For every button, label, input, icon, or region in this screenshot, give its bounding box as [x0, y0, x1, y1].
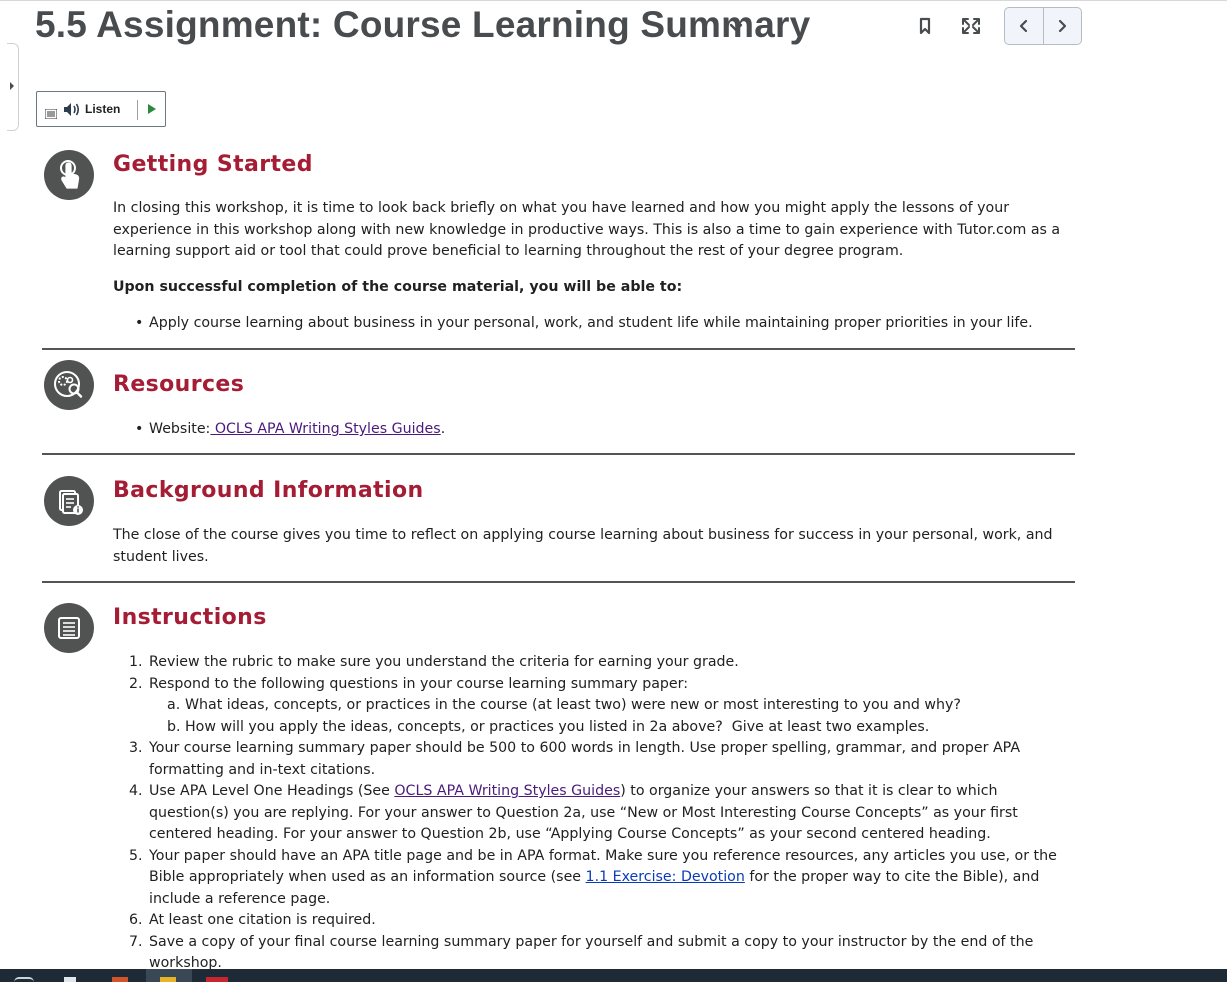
list-item: • Website: OCLS APA Writing Styles Guides…	[135, 421, 446, 437]
sub-list-item: a. What ideas, concepts, or practices in…	[113, 695, 1073, 717]
objectives-heading: Upon successful completion of the course…	[113, 279, 683, 295]
list-item: • Apply course learning about business in…	[135, 315, 1033, 331]
chevron-right-icon	[10, 82, 14, 90]
website-label: Website:	[149, 421, 211, 437]
taskbar-app-icon[interactable]	[64, 977, 76, 982]
item-number: 6.	[129, 912, 143, 928]
next-topic-button[interactable]	[1042, 8, 1082, 44]
item-text: Review the rubric to make sure you under…	[149, 654, 739, 670]
getting-started-intro: In closing this workshop, it is time to …	[113, 200, 1061, 259]
chevron-right-icon	[1059, 19, 1067, 33]
topic-navigation	[1004, 7, 1082, 45]
speaker-icon	[64, 103, 80, 116]
section-title-resources: Resources	[113, 372, 245, 397]
item-number: 4.	[129, 783, 143, 799]
devotion-exercise-link[interactable]: 1.1 Exercise: Devotion	[586, 869, 745, 885]
os-taskbar	[0, 969, 1227, 982]
ocls-apa-guides-link[interactable]: OCLS APA Writing Styles Guides	[394, 783, 620, 799]
objective-text: Apply course learning about business in …	[149, 315, 1033, 331]
list-item: 4. Use APA Level One Headings (See OCLS …	[113, 781, 1073, 846]
pointer-hand-icon	[44, 150, 94, 200]
item-number: 2.	[129, 675, 143, 692]
document-info-icon	[44, 476, 94, 526]
taskbar-app-icon	[160, 977, 176, 982]
ocls-apa-guides-link[interactable]: OCLS APA Writing Styles Guides	[210, 421, 441, 437]
taskbar-app-icon[interactable]	[14, 977, 34, 982]
divider	[137, 100, 138, 120]
section-title-getting-started: Getting Started	[113, 152, 313, 177]
item-number: a.	[167, 697, 181, 713]
menu-icon[interactable]	[45, 109, 57, 119]
section-divider	[42, 453, 1075, 455]
item-number: 1.	[129, 654, 143, 670]
sidebar-toggle[interactable]	[7, 43, 19, 131]
item-number: 5.	[129, 847, 143, 864]
section-title-instructions: Instructions	[113, 605, 267, 630]
chevron-left-icon	[1019, 19, 1027, 33]
period: .	[440, 421, 446, 437]
section-title-background: Background Information	[113, 478, 424, 503]
chevron-down-icon[interactable]	[728, 20, 744, 36]
list-document-icon	[44, 603, 94, 653]
item-text: Your course learning summary paper shoul…	[149, 740, 1021, 778]
play-button[interactable]	[139, 92, 165, 126]
list-item: 1. Review the rubric to make sure you un…	[113, 652, 1073, 674]
taskbar-app-icon[interactable]	[112, 977, 128, 982]
item-number: 3.	[129, 740, 143, 756]
resources-gear-search-icon	[44, 360, 94, 410]
play-icon	[148, 104, 156, 114]
section-divider	[42, 348, 1075, 350]
top-border	[0, 0, 1227, 3]
item-text: What ideas, concepts, or practices in th…	[185, 697, 961, 713]
item-text: At least one citation is required.	[149, 912, 376, 928]
instructions-list: 1. Review the rubric to make sure you un…	[113, 652, 1073, 975]
item-text: Use APA Level One Headings (See	[149, 783, 395, 799]
item-number: b.	[167, 718, 181, 735]
section-divider	[42, 581, 1075, 583]
item-number: 7.	[129, 933, 143, 950]
list-item: 6. At least one citation is required.	[113, 910, 1073, 932]
listen-button[interactable]: Listen	[85, 102, 120, 116]
page-title: 5.5 Assignment: Course Learning Summary	[35, 4, 811, 45]
bookmark-icon[interactable]	[916, 16, 934, 36]
item-text: How will you apply the ideas, concepts, …	[185, 718, 930, 735]
taskbar-app-icon[interactable]	[206, 977, 228, 982]
list-item: 3. Your course learning summary paper sh…	[113, 738, 1073, 781]
item-text: Save a copy of your final course learnin…	[149, 933, 1034, 972]
listen-toolbar: Listen	[36, 91, 166, 127]
list-item: 5. Your paper should have an APA title p…	[113, 846, 1073, 911]
previous-topic-button[interactable]	[1005, 8, 1043, 44]
background-text: The close of the course gives you time t…	[113, 527, 1053, 565]
fullscreen-icon[interactable]	[960, 16, 982, 36]
item-text: Respond to the following questions in yo…	[149, 675, 688, 692]
sub-list-item: b. How will you apply the ideas, concept…	[113, 717, 1073, 739]
list-item: 2. Respond to the following questions in…	[113, 674, 1073, 696]
